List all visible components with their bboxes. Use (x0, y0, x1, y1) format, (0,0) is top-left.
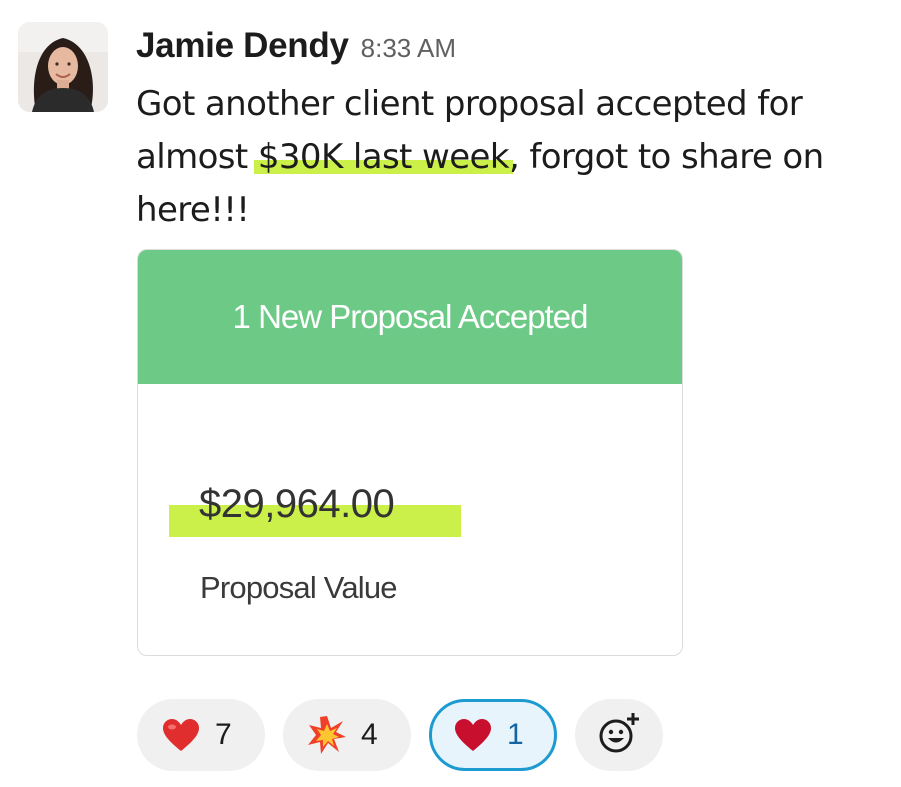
proposal-value-label: Proposal Value (200, 570, 398, 605)
amount-group: $29,964.00 (169, 482, 461, 537)
add-reaction-icon (597, 711, 641, 759)
reaction-count: 1 (507, 718, 524, 751)
card-header: 1 New Proposal Accepted (138, 250, 682, 384)
reactions-bar: 7 4 1 (137, 699, 663, 771)
proposal-card[interactable]: 1 New Proposal Accepted $29,964.00 Propo… (137, 249, 683, 656)
reaction-count: 4 (361, 718, 378, 751)
reaction-heart[interactable]: 7 (137, 699, 265, 771)
sender-name[interactable]: Jamie Dendy (136, 26, 349, 66)
card-title: 1 New Proposal Accepted (232, 298, 589, 335)
highlighted-text: $30K last week (253, 137, 513, 177)
collision-icon (307, 715, 347, 755)
reaction-heart-selected[interactable]: 1 (429, 699, 557, 771)
message-text: Got another client proposal accepted for… (136, 78, 896, 237)
red-heart-icon (453, 715, 493, 755)
user-avatar-icon (18, 22, 108, 112)
add-reaction-button[interactable] (575, 699, 663, 771)
message-header: Jamie Dendy 8:33 AM (136, 26, 456, 72)
reaction-count: 7 (215, 718, 232, 751)
red-heart-icon (161, 715, 201, 755)
message: Jamie Dendy 8:33 AM Got another client p… (0, 0, 901, 787)
reaction-collision[interactable]: 4 (283, 699, 411, 771)
message-timestamp[interactable]: 8:33 AM (361, 33, 456, 64)
proposal-amount: $29,964.00 (199, 482, 395, 526)
avatar[interactable] (18, 22, 108, 112)
